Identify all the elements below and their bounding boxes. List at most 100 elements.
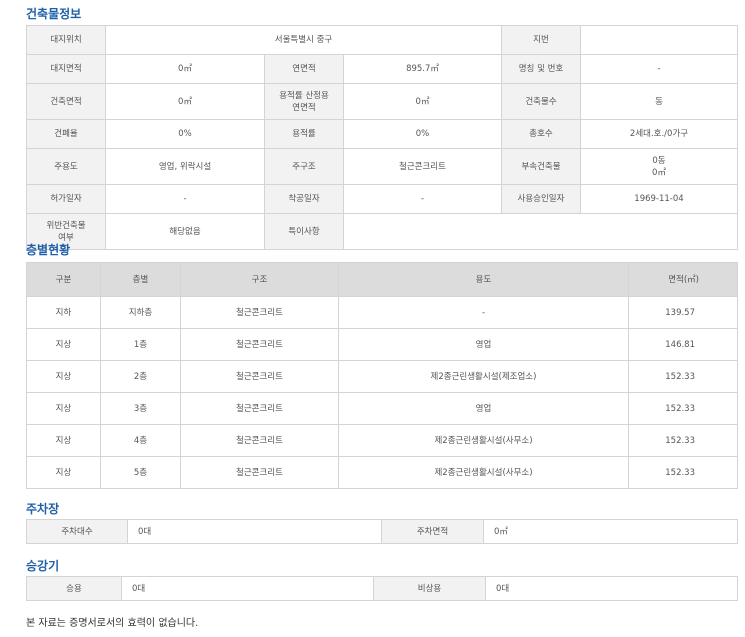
info-label: 건폐율 — [26, 119, 106, 149]
floor-cell: 지상 — [26, 456, 101, 489]
info-value: 철근콘크리트 — [343, 148, 502, 185]
floor-cell: 152.33 — [628, 456, 738, 489]
info-label: 특이사항 — [264, 213, 344, 250]
info-row: 건축면적 0㎡ 용적률 산정용 연면적 0㎡ 건축물수 동 — [26, 83, 738, 120]
floor-cell: 139.57 — [628, 296, 738, 329]
floor-cell: 4층 — [100, 424, 181, 457]
info-value: 1969-11-04 — [580, 184, 738, 214]
parking-count-label: 주차대수 — [26, 519, 128, 544]
info-value — [343, 213, 738, 250]
building-info-table: 대지위치 서울특별시 중구 지번 대지면적 0㎡ 연면적 895.7㎡ 명칭 및 번호 - 건축면… — [26, 25, 738, 250]
floor-cell: 지상 — [26, 360, 101, 393]
info-label: 연면적 — [264, 54, 344, 84]
info-value: 895.7㎡ — [343, 54, 502, 84]
floor-cell: 철근콘크리트 — [180, 456, 339, 489]
info-value — [580, 25, 738, 55]
info-label: 주구조 — [264, 148, 344, 185]
floor-column-header: 구분 — [26, 262, 101, 297]
info-label: 주용도 — [26, 148, 106, 185]
floor-cell: 철근콘크리트 — [180, 296, 339, 329]
elevator-table: 승용 0대 비상용 0대 — [26, 576, 738, 601]
floor-cell: 영업 — [338, 392, 629, 425]
info-label: 사용승인일자 — [501, 184, 581, 214]
info-label: 용적률 산정용 연면적 — [264, 83, 344, 120]
elevator-passenger-value: 0대 — [121, 576, 374, 601]
elevator-emergency-value: 0대 — [485, 576, 738, 601]
info-value: 0% — [343, 119, 502, 149]
info-row: 대지위치 서울특별시 중구 지번 — [26, 25, 738, 55]
info-value: 0% — [105, 119, 265, 149]
info-value: 2세대.호./0가구 — [580, 119, 738, 149]
info-row: 허가일자 - 착공일자 - 사용승인일자 1969-11-04 — [26, 184, 738, 214]
info-label: 명칭 및 번호 — [501, 54, 581, 84]
floor-cell: 철근콘크리트 — [180, 328, 339, 361]
elevator-passenger-label: 승용 — [26, 576, 122, 601]
elevator-title: 승강기 — [26, 559, 60, 573]
floor-cell: 제2종근린생활시설(사무소) — [338, 456, 629, 489]
floor-column-header: 층별 — [100, 262, 181, 297]
info-label: 지번 — [501, 25, 581, 55]
info-value: 0㎡ — [343, 83, 502, 120]
floor-cell: 지하 — [26, 296, 101, 329]
info-row: 대지면적 0㎡ 연면적 895.7㎡ 명칭 및 번호 - — [26, 54, 738, 84]
info-value: 동 — [580, 83, 738, 120]
floor-cell: 2층 — [100, 360, 181, 393]
parking-count-value: 0대 — [127, 519, 382, 544]
floor-cell: 1층 — [100, 328, 181, 361]
floor-cell: 철근콘크리트 — [180, 360, 339, 393]
info-value: - — [580, 54, 738, 84]
info-value: - — [105, 184, 265, 214]
floor-cell: 영업 — [338, 328, 629, 361]
floor-cell: 지하층 — [100, 296, 181, 329]
info-value: 서울특별시 중구 — [105, 25, 502, 55]
floor-cell: - — [338, 296, 629, 329]
floor-cell: 3층 — [100, 392, 181, 425]
parking-area-label: 주차면적 — [381, 519, 484, 544]
info-label: 건축면적 — [26, 83, 106, 120]
info-label: 건축물수 — [501, 83, 581, 120]
floor-cell: 146.81 — [628, 328, 738, 361]
elevator-emergency-label: 비상용 — [373, 576, 486, 601]
floor-column-header: 면적(㎡) — [628, 262, 738, 297]
info-value: 해당없음 — [105, 213, 265, 250]
floor-status-table: 구분 층별 구조 용도 면적(㎡) 지하 지하층 철근콘크리트 -139.57 지상 1층 철근콘크… — [26, 262, 738, 489]
info-label: 용적률 — [264, 119, 344, 149]
info-row: 위반건축물 여부 해당없음 특이사항 — [26, 213, 738, 250]
table-row: 지상 4층 철근콘크리트 제2종근린생활시설(사무소) 152.33 — [26, 424, 738, 457]
floor-column-header: 용도 — [338, 262, 629, 297]
floor-column-header: 구조 — [180, 262, 339, 297]
info-label: 총호수 — [501, 119, 581, 149]
table-row: 지상 3층 철근콘크리트 영업 152.33 — [26, 392, 738, 425]
floor-cell: 5층 — [100, 456, 181, 489]
floor-cell: 제2종근린생활시설(사무소) — [338, 424, 629, 457]
floor-cell: 지상 — [26, 424, 101, 457]
info-row: 건폐율 0% 용적률 0% 총호수 2세대.호./0가구 — [26, 119, 738, 149]
table-row: 지상 1층 철근콘크리트 영업 146.81 — [26, 328, 738, 361]
floor-status-title: 층별현황 — [26, 243, 71, 257]
floor-cell: 152.33 — [628, 424, 738, 457]
parking-area-value: 0㎡ — [483, 519, 738, 544]
info-label: 허가일자 — [26, 184, 106, 214]
info-row: 주용도 영업, 위락시설 주구조 철근콘크리트 부속건축물 0동 0㎡ — [26, 148, 738, 185]
info-label: 대지면적 — [26, 54, 106, 84]
info-value: 영업, 위락시설 — [105, 148, 265, 185]
info-label: 부속건축물 — [501, 148, 581, 185]
parking-table: 주차대수 0대 주차면적 0㎡ — [26, 519, 738, 544]
info-label: 착공일자 — [264, 184, 344, 214]
floor-cell: 철근콘크리트 — [180, 392, 339, 425]
floor-cell: 152.33 — [628, 360, 738, 393]
floor-cell: 지상 — [26, 328, 101, 361]
table-row: 지상 2층 철근콘크리트 제2종근린생활시설(제조업소) 152.33 — [26, 360, 738, 393]
info-value: 0동 0㎡ — [580, 148, 738, 185]
info-value: 0㎡ — [105, 83, 265, 120]
floor-cell: 152.33 — [628, 392, 738, 425]
parking-title: 주차장 — [26, 502, 60, 516]
floor-cell: 철근콘크리트 — [180, 424, 339, 457]
info-label: 대지위치 — [26, 25, 106, 55]
table-row: 지하 지하층 철근콘크리트 -139.57 — [26, 296, 738, 329]
info-value: 0㎡ — [105, 54, 265, 84]
footer-note: 본 자료는 증명서로서의 효력이 없습니다. — [26, 618, 199, 629]
building-info-title: 건축물정보 — [26, 7, 82, 21]
table-row: 지상 5층 철근콘크리트 제2종근린생활시설(사무소) 152.33 — [26, 456, 738, 489]
floor-cell: 지상 — [26, 392, 101, 425]
